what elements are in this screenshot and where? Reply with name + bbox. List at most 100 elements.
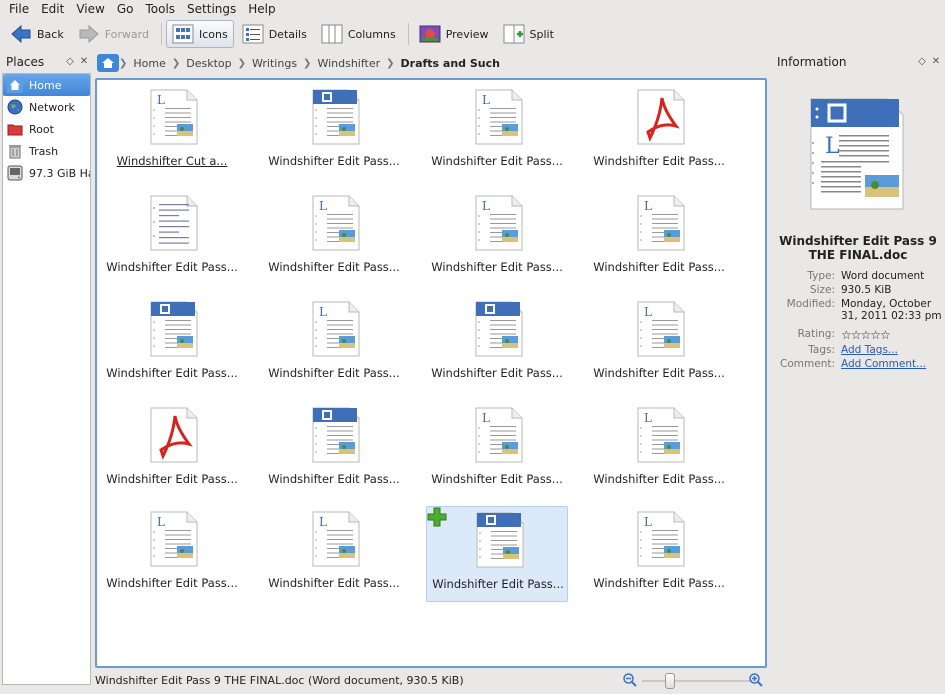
- file-item[interactable]: L Windshifter Edit Pass...: [426, 84, 568, 180]
- file-name-label: Windshifter Edit Pass...: [106, 576, 238, 590]
- home-icon: [7, 77, 23, 93]
- chevron-right-icon: ❯: [119, 57, 128, 69]
- zoom-in-icon[interactable]: [748, 672, 764, 691]
- pdf-file-icon: [149, 406, 199, 464]
- file-item[interactable]: Windshifter Edit Pass...: [101, 296, 243, 392]
- columns-label: Columns: [347, 27, 396, 41]
- svg-text:L: L: [825, 134, 840, 159]
- crumb-desktop[interactable]: Desktop: [180, 57, 237, 70]
- select-plus-icon[interactable]: [427, 507, 447, 527]
- details-view-icon: [242, 24, 264, 44]
- place-label: 97.3 GiB Ha...: [29, 166, 90, 180]
- back-arrow-icon: [10, 24, 32, 44]
- file-item[interactable]: Windshifter Edit Pass...: [101, 190, 243, 286]
- float-panel-icon[interactable]: ◇: [63, 56, 77, 67]
- place-label: Home: [29, 78, 62, 92]
- file-item[interactable]: Windshifter Edit Pass...: [263, 84, 405, 180]
- details-view-button[interactable]: Details: [236, 20, 313, 48]
- float-panel-icon[interactable]: ◇: [915, 56, 929, 67]
- document-file-icon: [311, 88, 361, 146]
- file-item[interactable]: Windshifter Edit Pass...: [263, 402, 405, 498]
- document-file-icon: L: [636, 510, 686, 568]
- split-button[interactable]: Split: [497, 20, 560, 48]
- document-file-icon: L: [474, 406, 524, 464]
- place-trash[interactable]: Trash: [3, 140, 90, 162]
- places-panel: Places ◇ ✕ Home Network Root Trash 97.3 …: [2, 53, 91, 689]
- info-header: Information ◇ ✕: [773, 53, 943, 70]
- menu-edit[interactable]: Edit: [35, 0, 70, 19]
- forward-label: Forward: [104, 27, 149, 41]
- place-root[interactable]: Root: [3, 118, 90, 140]
- file-item[interactable]: L Windshifter Edit Pass...: [101, 506, 243, 602]
- place-home[interactable]: Home: [3, 74, 90, 96]
- zoom-out-icon[interactable]: [622, 672, 638, 691]
- document-file-icon: [149, 300, 199, 358]
- place-label: Root: [29, 122, 54, 136]
- columns-view-button[interactable]: Columns: [315, 20, 402, 48]
- file-item[interactable]: Windshifter Edit Pass...: [588, 84, 730, 180]
- menu-settings[interactable]: Settings: [181, 0, 242, 19]
- preview-icon: [419, 24, 441, 44]
- menu-file[interactable]: File: [3, 0, 35, 19]
- file-item[interactable]: L Windshifter Cut a...: [101, 84, 243, 180]
- crumb-home[interactable]: Home: [127, 57, 171, 70]
- file-item[interactable]: L Windshifter Edit Pass...: [263, 296, 405, 392]
- size-value: 930.5 KiB: [841, 284, 892, 296]
- crumb-writings[interactable]: Writings: [246, 57, 303, 70]
- file-item[interactable]: L Windshifter Edit Pass...: [588, 190, 730, 286]
- back-button[interactable]: Back: [4, 20, 70, 48]
- preview-button[interactable]: Preview: [413, 20, 495, 48]
- file-item[interactable]: L Windshifter Edit Pass...: [588, 296, 730, 392]
- place-hard-drive[interactable]: 97.3 GiB Ha...: [3, 162, 90, 184]
- crumb-windshifter[interactable]: Windshifter: [311, 57, 386, 70]
- add-tags-link[interactable]: Add Tags...: [841, 344, 943, 356]
- close-panel-icon[interactable]: ✕: [929, 56, 943, 67]
- icons-view-button[interactable]: Icons: [165, 20, 234, 48]
- file-item[interactable]: L Windshifter Edit Pass...: [426, 402, 568, 498]
- file-item[interactable]: L Windshifter Edit Pass...: [588, 402, 730, 498]
- document-file-icon: L: [311, 300, 361, 358]
- menu-tools[interactable]: Tools: [139, 0, 181, 19]
- file-item-selected[interactable]: Windshifter Edit Pass...: [426, 506, 568, 602]
- places-list: Home Network Root Trash 97.3 GiB Ha...: [2, 73, 91, 685]
- document-file-icon: [474, 300, 524, 358]
- svg-text:L: L: [644, 305, 652, 319]
- type-value: Word document: [841, 270, 925, 282]
- place-network[interactable]: Network: [3, 96, 90, 118]
- breadcrumb-home-icon[interactable]: [97, 54, 119, 72]
- zoom-handle[interactable]: [665, 673, 675, 689]
- document-preview-image: L: [807, 95, 907, 213]
- document-file-icon: L: [636, 194, 686, 252]
- add-comment-link[interactable]: Add Comment...: [841, 358, 943, 370]
- file-item[interactable]: L Windshifter Edit Pass...: [263, 506, 405, 602]
- comment-key: Comment:: [780, 358, 835, 370]
- rating-stars[interactable]: ☆☆☆☆☆: [841, 328, 943, 342]
- file-item[interactable]: L Windshifter Edit Pass...: [426, 190, 568, 286]
- file-item[interactable]: L Windshifter Edit Pass...: [263, 190, 405, 286]
- place-label: Trash: [29, 144, 59, 158]
- forward-button[interactable]: Forward: [72, 20, 155, 48]
- chevron-right-icon: ❯: [171, 57, 181, 69]
- file-item[interactable]: Windshifter Edit Pass...: [101, 402, 243, 498]
- menu-view[interactable]: View: [70, 0, 110, 19]
- toolbar-separator: [160, 23, 162, 45]
- close-panel-icon[interactable]: ✕: [77, 56, 91, 67]
- zoom-track[interactable]: [642, 680, 752, 682]
- places-header: Places ◇ ✕: [2, 53, 91, 70]
- svg-text:L: L: [644, 199, 652, 213]
- file-name-label: Windshifter Edit Pass...: [431, 260, 563, 274]
- icons-view-icon: [172, 24, 194, 44]
- menu-help[interactable]: Help: [242, 0, 281, 19]
- tags-key: Tags:: [808, 344, 835, 356]
- zoom-slider[interactable]: [620, 672, 770, 690]
- menu-go[interactable]: Go: [111, 0, 140, 19]
- file-icon-view[interactable]: L Windshifter Cut a... Windshifter Edit Pa…: [95, 78, 767, 668]
- document-file-icon: L: [474, 194, 524, 252]
- file-item[interactable]: Windshifter Edit Pass...: [426, 296, 568, 392]
- crumb-current-folder[interactable]: Drafts and Such: [395, 57, 506, 70]
- info-title: Information: [777, 54, 847, 69]
- file-item[interactable]: L Windshifter Edit Pass...: [588, 506, 730, 602]
- modified-value: Monday, October 31, 2011 02:33 pm: [841, 298, 942, 322]
- type-key: Type:: [807, 270, 835, 282]
- file-name-label: Windshifter Edit Pass...: [268, 154, 400, 168]
